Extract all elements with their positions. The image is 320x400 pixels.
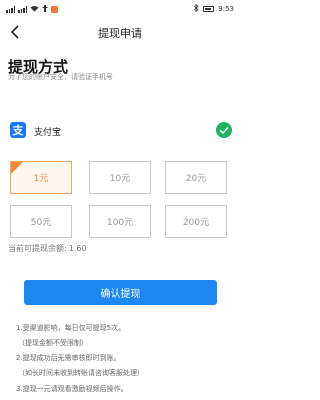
- amount-option-50[interactable]: 50元: [10, 205, 72, 238]
- payment-method-label: 支付宝: [34, 128, 62, 138]
- amount-option-label: 200元: [182, 218, 210, 228]
- status-right: 9:53: [193, 3, 234, 14]
- amount-option-label: 1元: [33, 174, 49, 184]
- clock: 9:53: [218, 5, 234, 13]
- note-line: （提现金额不受限制）: [18, 339, 88, 347]
- confirm-withdraw-button[interactable]: 确认提现: [24, 280, 217, 305]
- signal-icon-2: [18, 5, 27, 13]
- signal-icon: [6, 5, 15, 13]
- amount-option-20[interactable]: 20元: [165, 161, 227, 194]
- amount-option-label: 20元: [185, 174, 207, 184]
- available-balance: 当前可提现余额: 1.60: [8, 243, 87, 254]
- amount-option-200[interactable]: 200元: [165, 205, 227, 238]
- note-line: 2.提现成功后无需审核即时到账。: [16, 354, 121, 362]
- note-line: 3.提现一元请观看激励视频后操作。: [16, 385, 128, 393]
- amount-option-label: 10元: [109, 174, 131, 184]
- balance-value: 1.60: [68, 244, 87, 253]
- section-subtitle: 为了您的账户安全，请验证手机号: [8, 73, 113, 81]
- page-title: 提现申请: [98, 27, 142, 40]
- selected-corner-badge: [11, 162, 23, 174]
- amount-option-10[interactable]: 10元: [89, 161, 151, 194]
- status-indicators: [6, 4, 58, 14]
- battery-icon: [203, 6, 215, 12]
- alipay-icon: 支: [10, 122, 26, 138]
- payment-method-alipay[interactable]: 支 支付宝: [10, 120, 232, 140]
- note-line: 1.受渠道影响，每日仅可提现5次。: [16, 324, 126, 332]
- bluetooth-icon: [193, 3, 199, 14]
- amount-option-label: 100元: [106, 218, 134, 228]
- amount-option-label: 50元: [30, 218, 52, 228]
- wifi-icon: [30, 5, 39, 14]
- check-icon: [216, 122, 232, 138]
- status-bar: 9:53: [0, 0, 240, 18]
- app-notification-icon: [51, 5, 58, 13]
- nav-bar: 提现申请: [0, 22, 240, 44]
- balance-label: 当前可提现余额:: [8, 244, 67, 253]
- usb-icon: [42, 4, 48, 14]
- amount-option-100[interactable]: 100元: [89, 205, 151, 238]
- note-line: （如长时间未收到转账请咨询客服处理）: [18, 369, 144, 377]
- amount-option-1[interactable]: 1元: [10, 161, 72, 194]
